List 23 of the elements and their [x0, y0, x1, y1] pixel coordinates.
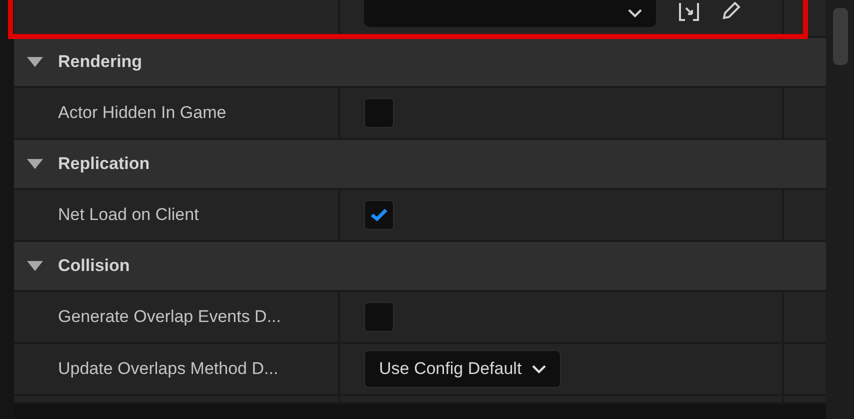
- checkmark-icon: [370, 208, 388, 222]
- category-title: Collision: [58, 256, 130, 276]
- chevron-down-icon: [532, 364, 546, 374]
- property-label: Net Load on Client: [57, 205, 199, 225]
- expanded-arrow-icon[interactable]: [26, 56, 44, 68]
- expanded-arrow-icon[interactable]: [26, 158, 44, 170]
- category-title: Replication: [58, 154, 150, 174]
- property-label: Update Overlaps Method D...: [57, 359, 278, 379]
- checkbox[interactable]: [364, 98, 394, 128]
- expanded-arrow-icon[interactable]: [26, 260, 44, 272]
- category-title: Rendering: [58, 52, 142, 72]
- checkbox[interactable]: [364, 302, 394, 332]
- select-actor-icon[interactable]: [678, 2, 700, 22]
- category-header[interactable]: Collision: [14, 242, 826, 290]
- chevron-down-icon: [628, 9, 642, 18]
- property-label: Generate Overlap Events D...: [57, 307, 281, 327]
- pencil-icon[interactable]: [722, 2, 742, 20]
- category-header[interactable]: Rendering: [14, 38, 826, 86]
- dropdown[interactable]: Use Config Default: [364, 350, 561, 388]
- property-label: Actor Hidden In Game: [57, 103, 226, 123]
- scrollbar-thumb[interactable]: [832, 8, 848, 65]
- checkbox[interactable]: [364, 200, 394, 230]
- category-header[interactable]: Replication: [14, 140, 826, 188]
